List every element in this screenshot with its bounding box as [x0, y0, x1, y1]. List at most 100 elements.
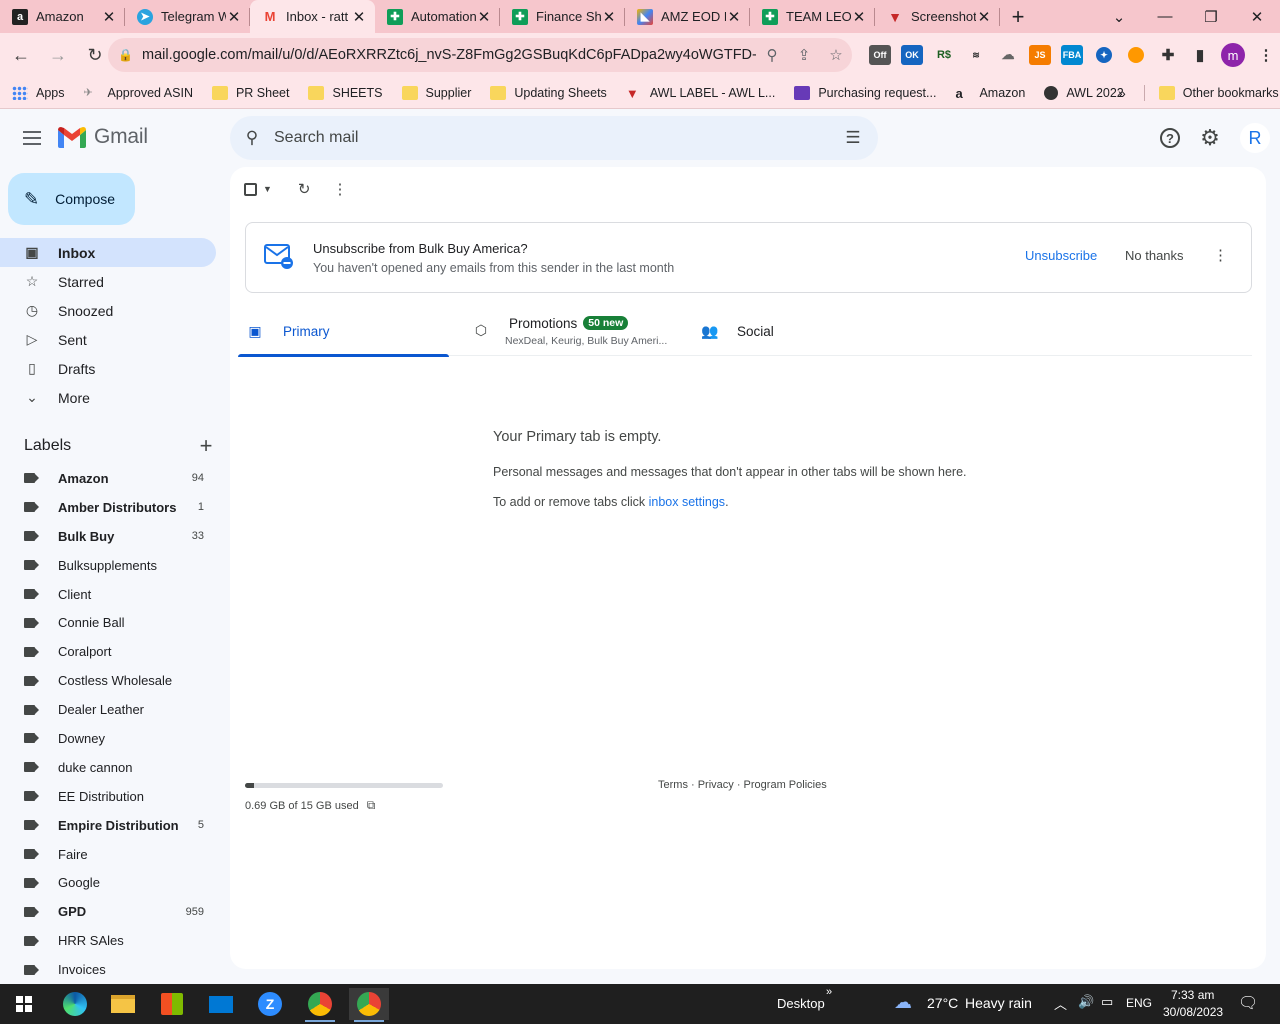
desktop-toolbar-label[interactable]: Desktop — [777, 996, 825, 1011]
edge-icon[interactable] — [55, 988, 95, 1020]
gmail-logo[interactable]: Gmail — [58, 125, 148, 149]
account-avatar[interactable]: R — [1240, 123, 1270, 153]
extension-helium-icon[interactable]: ✦ — [1096, 47, 1112, 63]
tab-social[interactable]: 👥 Social — [701, 307, 851, 356]
browser-tab[interactable]: ✚ Automation ✕ — [375, 0, 500, 33]
browser-tab[interactable]: ◣ AMZ EOD F ✕ — [625, 0, 750, 33]
label-item[interactable]: Connie Ball — [0, 608, 216, 637]
bookmark-supplier[interactable]: Supplier — [401, 85, 471, 100]
add-label-icon[interactable]: + — [198, 433, 214, 459]
close-icon[interactable]: ✕ — [101, 8, 117, 26]
compose-button[interactable]: ✎ Compose — [8, 173, 135, 225]
unsubscribe-button[interactable]: Unsubscribe — [1025, 248, 1097, 263]
select-dropdown-icon[interactable]: ▼ — [263, 184, 272, 194]
show-hidden-icons-icon[interactable]: ︿ — [1054, 994, 1067, 1013]
label-item[interactable]: HRR SAles — [0, 926, 216, 955]
weather-rain-icon[interactable]: ☁ — [894, 992, 912, 1013]
volume-icon[interactable]: 🔊 — [1078, 994, 1094, 1010]
bookmark-approved-asin[interactable]: ✈ Approved ASIN — [84, 86, 193, 100]
nav-item-more[interactable]: ⌄ More — [0, 383, 216, 412]
store-icon[interactable] — [152, 988, 192, 1020]
restore-button[interactable]: ❐ — [1188, 0, 1234, 33]
extension-rs-icon[interactable]: R$ — [933, 45, 955, 65]
bookmark-purchasing-request[interactable]: Purchasing request... — [794, 85, 936, 100]
open-external-icon[interactable]: ⧉ — [367, 798, 376, 813]
language-indicator[interactable]: ENG — [1126, 996, 1152, 1010]
label-item[interactable]: Invoices — [0, 955, 216, 984]
banner-more-icon[interactable]: ⋮ — [1213, 246, 1228, 264]
nav-item-starred[interactable]: ☆ Starred — [0, 267, 216, 296]
main-menu-icon[interactable] — [16, 122, 48, 154]
bookmark-sheets[interactable]: SHEETS — [308, 85, 383, 100]
label-item[interactable]: Costless Wholesale — [0, 666, 216, 695]
back-icon[interactable]: ← — [5, 39, 37, 71]
extension-fba-icon[interactable]: FBA — [1061, 45, 1083, 65]
inbox-settings-link[interactable]: inbox settings — [649, 495, 725, 509]
clock-time[interactable]: 7:33 am — [1171, 988, 1214, 1002]
close-icon[interactable]: ✕ — [226, 8, 242, 26]
chrome-icon[interactable] — [300, 988, 340, 1022]
close-icon[interactable]: ✕ — [351, 8, 367, 26]
zoom-app-icon[interactable]: Z — [250, 988, 290, 1020]
new-tab-button[interactable]: + — [1000, 0, 1036, 33]
extension-cloud-icon[interactable]: ☁ — [997, 45, 1019, 65]
browser-tab[interactable]: a Amazon ✕ — [0, 0, 125, 33]
weather-temp[interactable]: 27°C — [927, 995, 958, 1011]
bookmark-amazon[interactable]: a Amazon — [955, 86, 1025, 101]
other-bookmarks[interactable]: Other bookmarks — [1183, 86, 1279, 100]
bookmark-apps[interactable]: Apps — [12, 85, 65, 100]
bookmark-awl-label[interactable]: ▼ AWL LABEL - AWL L... — [626, 86, 776, 101]
help-icon[interactable]: ? — [1158, 126, 1182, 150]
extension-ok-icon[interactable]: OK — [901, 45, 923, 65]
extension-off-icon[interactable]: Off — [869, 45, 891, 65]
search-options-icon[interactable]: ☰ — [828, 128, 878, 148]
lock-icon[interactable]: 🔒 — [118, 48, 138, 62]
bookmark-star-icon[interactable]: ☆ — [820, 46, 852, 64]
extension-js-icon[interactable]: JS — [1029, 45, 1051, 65]
label-item[interactable]: duke cannon — [0, 753, 216, 782]
label-item[interactable]: Bulk Buy 33 — [0, 522, 216, 551]
browser-tab[interactable]: ➤ Telegram W ✕ — [125, 0, 250, 33]
nav-item-drafts[interactable]: ▯ Drafts — [0, 354, 216, 383]
side-panel-icon[interactable]: ▮ — [1189, 45, 1211, 65]
browser-tab-active[interactable]: M Inbox - ratt ✕ — [250, 0, 375, 33]
search-icon[interactable]: ⚲ — [230, 128, 274, 148]
close-icon[interactable]: ✕ — [476, 8, 492, 26]
mail-app-icon[interactable] — [201, 988, 241, 1020]
label-item[interactable]: Coralport — [0, 637, 216, 666]
close-icon[interactable]: ✕ — [726, 8, 742, 26]
nav-item-sent[interactable]: ▷ Sent — [0, 325, 216, 354]
minimize-button[interactable]: — — [1142, 0, 1188, 33]
tab-search-icon[interactable]: ⌄ — [1096, 0, 1142, 33]
network-icon[interactable]: ▭ — [1101, 994, 1113, 1010]
chrome-menu-icon[interactable]: ⋮ — [1255, 45, 1277, 65]
refresh-icon[interactable]: ↻ — [298, 180, 311, 198]
extension-keepa-icon[interactable]: ≋ — [965, 45, 987, 65]
chrome-profile-icon[interactable] — [349, 988, 389, 1022]
label-item[interactable]: Downey — [0, 724, 216, 753]
search-input[interactable]: Search mail — [274, 129, 828, 147]
url-text[interactable]: mail.google.com/mail/u/0/d/AEoRXRRZtc6j_… — [138, 47, 756, 63]
bookmark-pr-sheet[interactable]: PR Sheet — [211, 85, 289, 100]
profile-avatar[interactable]: m — [1221, 43, 1245, 67]
more-options-icon[interactable]: ⋮ — [333, 180, 348, 198]
select-all-checkbox[interactable] — [244, 182, 257, 196]
bookmark-updating-sheets[interactable]: Updating Sheets — [490, 85, 607, 100]
close-icon[interactable]: ✕ — [851, 8, 867, 26]
extensions-puzzle-icon[interactable]: ✚ — [1157, 45, 1179, 65]
label-item[interactable]: Client — [0, 580, 216, 609]
no-thanks-button[interactable]: No thanks — [1125, 248, 1184, 263]
share-icon[interactable]: ⇪ — [788, 46, 820, 64]
footer-links[interactable]: Terms · Privacy · Program Policies — [658, 779, 827, 791]
label-item[interactable]: EE Distribution — [0, 782, 216, 811]
browser-tab[interactable]: ✚ TEAM LEO ✕ — [750, 0, 875, 33]
label-item[interactable]: Dealer Leather — [0, 695, 216, 724]
weather-condition[interactable]: Heavy rain — [965, 995, 1032, 1011]
bookmark-awl-2022[interactable]: AWL 2022 — [1044, 85, 1124, 100]
settings-gear-icon[interactable]: ⚙ — [1198, 125, 1222, 150]
label-item[interactable]: Bulksupplements — [0, 551, 216, 580]
search-bar[interactable]: ⚲ Search mail ☰ — [230, 116, 878, 160]
notifications-icon[interactable]: 🗨 — [1238, 993, 1258, 1013]
reload-icon[interactable]: ↻ — [79, 39, 111, 71]
label-item[interactable]: Amber Distributors 1 — [0, 493, 216, 522]
